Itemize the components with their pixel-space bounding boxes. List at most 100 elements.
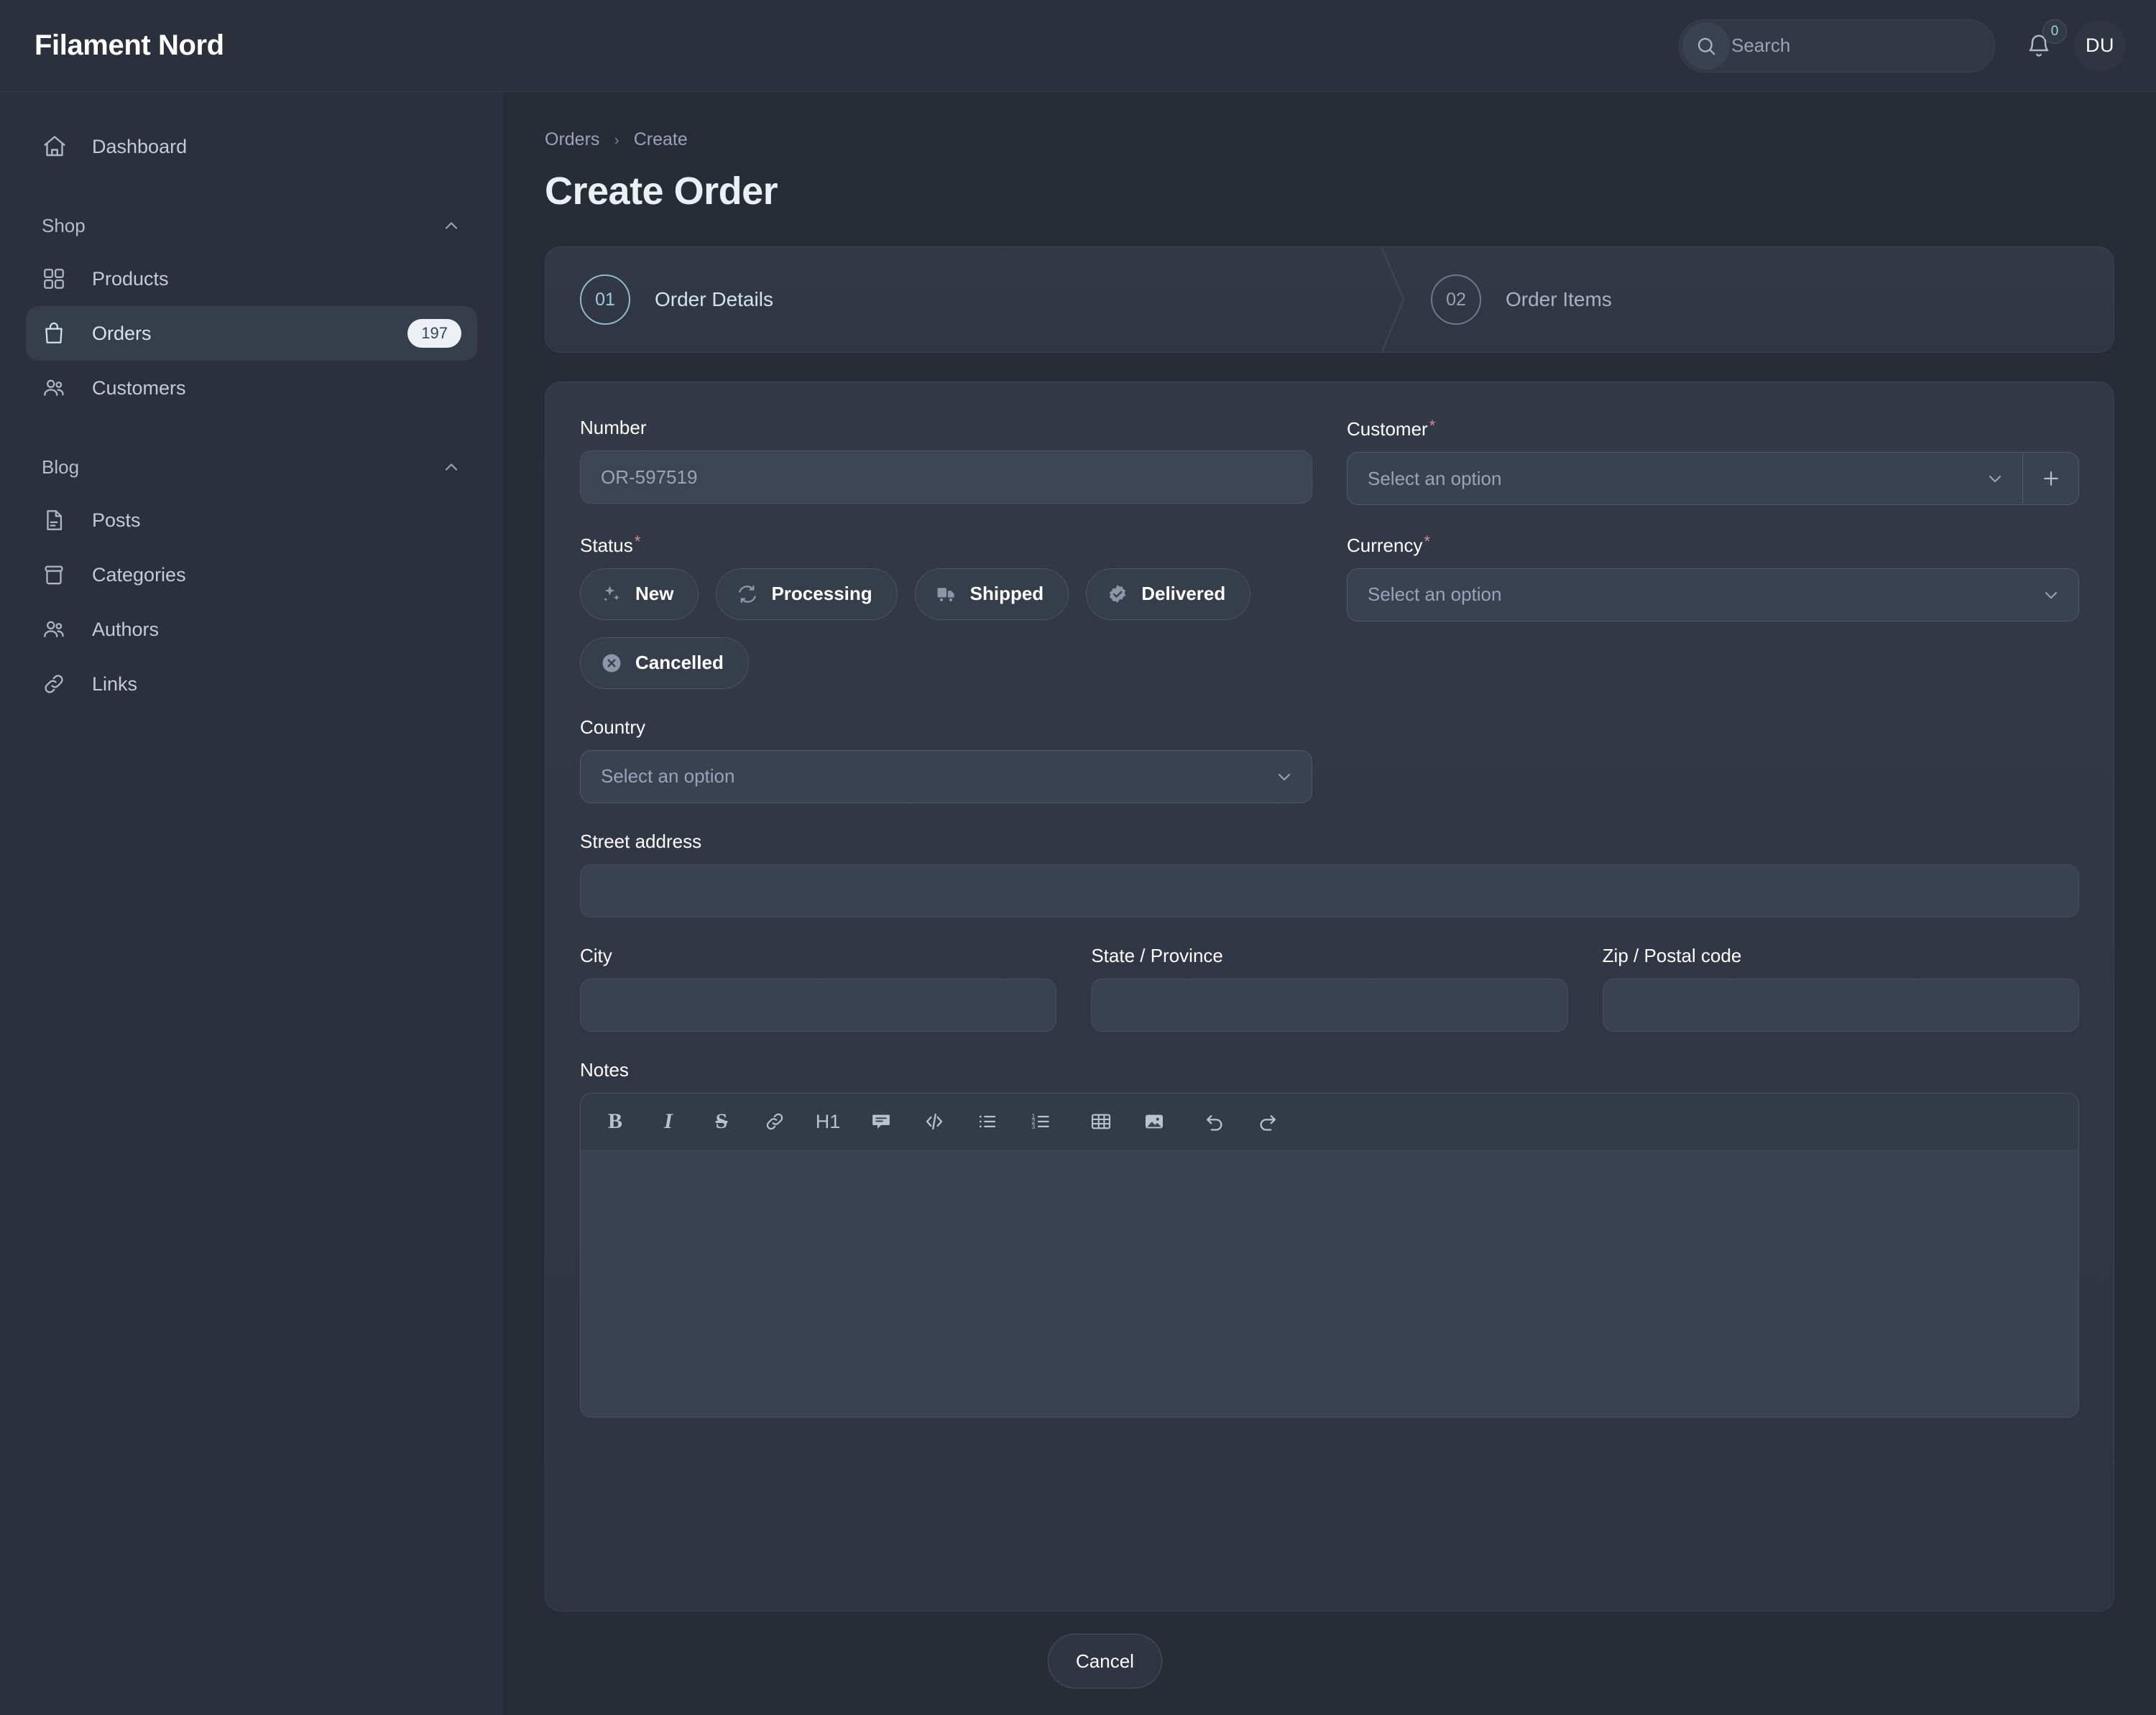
strikethrough-icon[interactable]: S [706, 1104, 737, 1140]
page-title: Create Order [545, 169, 2114, 213]
topbar-actions: 0 DU [1679, 19, 2126, 73]
check-badge-icon [1107, 583, 1128, 605]
sidebar-item-orders[interactable]: Orders 197 [26, 306, 477, 361]
image-icon[interactable] [1138, 1104, 1170, 1140]
step-divider-icon [1379, 247, 1408, 352]
currency-select[interactable]: Select an option [1347, 568, 2079, 621]
required-marker: * [1424, 532, 1430, 550]
street-address-input[interactable] [580, 864, 2079, 917]
status-option-cancelled[interactable]: Cancelled [580, 637, 749, 689]
create-customer-button[interactable] [2022, 453, 2078, 504]
sidebar-item-label: Categories [92, 564, 186, 586]
top-bar: Filament Nord 0 DU [0, 0, 2156, 92]
field-street-address: Street address [580, 831, 2079, 917]
country-select[interactable]: Select an option [580, 750, 1312, 803]
sidebar-item-label: Authors [92, 619, 159, 641]
sidebar-item-label: Orders [92, 323, 152, 345]
form-stepper: 01 Order Details 02 Order Items [545, 246, 2114, 353]
sidebar-item-posts[interactable]: Posts [26, 493, 477, 547]
heading-1-icon[interactable]: H1 [812, 1104, 844, 1140]
notification-badge: 0 [2042, 19, 2067, 44]
step-label: Order Details [655, 288, 773, 311]
notes-textarea[interactable] [581, 1151, 2078, 1417]
country-select-value: Select an option [601, 765, 734, 787]
sidebar-item-label: Posts [92, 509, 141, 532]
undo-icon[interactable] [1199, 1104, 1230, 1140]
sidebar-item-links[interactable]: Links [26, 657, 477, 711]
customer-label-wrap: Customer* [1347, 417, 2079, 452]
sidebar-item-dashboard[interactable]: Dashboard [26, 119, 477, 174]
blockquote-icon[interactable] [865, 1104, 897, 1140]
city-input[interactable] [580, 979, 1056, 1032]
field-customer: Customer* Select an option [1347, 417, 2079, 505]
status-option-label: Shipped [970, 583, 1044, 605]
status-option-label: Processing [771, 583, 872, 605]
status-options: New Processing [580, 568, 1312, 689]
field-city: City [580, 945, 1056, 1032]
city-label: City [580, 945, 612, 967]
status-option-label: Cancelled [635, 652, 724, 674]
table-icon[interactable] [1085, 1104, 1117, 1140]
state-input[interactable] [1091, 979, 1567, 1032]
status-option-delivered[interactable]: Delivered [1086, 568, 1250, 620]
search-input[interactable] [1731, 34, 1968, 57]
breadcrumb-orders[interactable]: Orders [545, 129, 599, 150]
state-label: State / Province [1091, 945, 1223, 967]
status-option-new[interactable]: New [580, 568, 699, 620]
app-title: Filament Nord [34, 29, 224, 62]
avatar[interactable]: DU [2074, 20, 2126, 72]
italic-icon[interactable]: I [653, 1104, 684, 1140]
truck-icon [936, 583, 957, 605]
sidebar-item-authors[interactable]: Authors [26, 602, 477, 657]
status-option-label: New [635, 583, 673, 605]
form-row-city-state-zip: City State / Province Zip / Postal code [580, 945, 2079, 1059]
link-icon [42, 672, 73, 696]
step-order-items[interactable]: 02 Order Items [1379, 247, 2114, 352]
status-option-processing[interactable]: Processing [716, 568, 897, 620]
zip-label: Zip / Postal code [1603, 945, 1742, 967]
customer-select-value: Select an option [1368, 468, 1501, 490]
editor-toolbar: B I S H1 [581, 1094, 2078, 1151]
required-marker: * [1429, 417, 1436, 435]
users-icon [42, 376, 73, 400]
shopping-bag-icon [42, 321, 73, 346]
orders-count-badge: 197 [407, 319, 461, 348]
sidebar-item-products[interactable]: Products [26, 251, 477, 306]
field-state: State / Province [1091, 945, 1567, 1032]
redo-icon[interactable] [1252, 1104, 1284, 1140]
field-notes: Notes B I S H1 [580, 1059, 2079, 1418]
bullet-list-icon[interactable] [972, 1104, 1003, 1140]
sidebar-item-categories[interactable]: Categories [26, 547, 477, 602]
order-details-form: Number OR-597519 Customer* Select an opt… [545, 382, 2114, 1612]
grid-icon [42, 267, 73, 291]
step-number: 01 [580, 274, 630, 325]
code-icon[interactable] [918, 1104, 950, 1140]
sidebar-item-label: Customers [92, 377, 186, 399]
sidebar-item-customers[interactable]: Customers [26, 361, 477, 415]
customer-select[interactable]: Select an option [1348, 453, 2022, 504]
svg-text:3: 3 [1032, 1123, 1036, 1130]
global-search[interactable] [1679, 19, 1995, 73]
users-icon [42, 617, 73, 642]
form-actions: Cancel Next [1048, 1607, 2156, 1715]
form-row-status-currency: Status* New [580, 532, 2079, 716]
number-input[interactable]: OR-597519 [580, 450, 1312, 504]
notifications-button[interactable]: 0 [2014, 21, 2064, 71]
field-country: Country Select an option [580, 716, 1312, 803]
zip-input[interactable] [1603, 979, 2079, 1032]
step-number: 02 [1431, 274, 1481, 325]
step-order-details[interactable]: 01 Order Details [545, 247, 1379, 352]
refresh-icon [737, 583, 758, 605]
status-label-wrap: Status* [580, 532, 1312, 568]
link-icon[interactable] [759, 1104, 791, 1140]
ordered-list-icon[interactable]: 1 2 3 [1025, 1104, 1056, 1140]
strike-glyph: S [716, 1109, 728, 1134]
cancel-button[interactable]: Cancel [1048, 1634, 1162, 1688]
field-status: Status* New [580, 532, 1312, 688]
sidebar-group-shop[interactable]: Shop [42, 205, 461, 246]
status-option-shipped[interactable]: Shipped [915, 568, 1069, 620]
street-address-label: Street address [580, 831, 701, 853]
sidebar-group-blog[interactable]: Blog [42, 447, 461, 487]
required-marker: * [635, 532, 641, 550]
bold-icon[interactable]: B [599, 1104, 631, 1140]
